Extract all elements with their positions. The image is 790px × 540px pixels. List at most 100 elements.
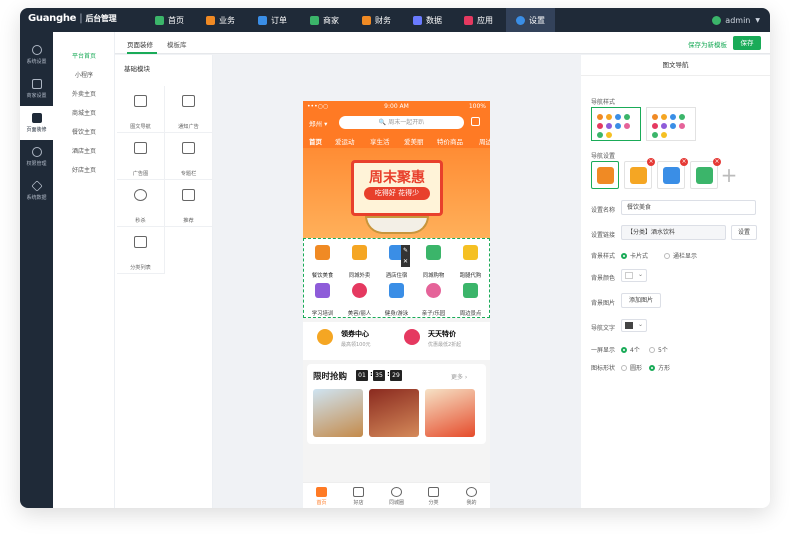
nav-icon-item[interactable]: 跑腿代购 (452, 241, 489, 279)
tab-template-library[interactable]: 模板库 (167, 39, 187, 49)
tabbar-mine[interactable]: 我的 (453, 483, 490, 508)
flash-sale-section: 限时抢购 01 : 35 : 29 更多 › (307, 364, 486, 444)
basket-icon (696, 167, 713, 184)
tabbar-home[interactable]: 首页 (303, 483, 340, 508)
bg-image-label: 背景图片 (591, 300, 616, 307)
sidebar-item-merchant-settings[interactable]: 商家设置 (20, 72, 53, 106)
nav-icon-item[interactable]: 美容/丽人 (341, 279, 378, 317)
link-input[interactable]: 【分类】酒水饮料 (621, 225, 726, 240)
grid-icon (206, 15, 215, 25)
nav-item-thumb[interactable]: × (690, 158, 721, 189)
nav-merchants[interactable]: 商家 (310, 8, 339, 32)
per-screen-label: 一屏显示 (591, 347, 616, 354)
nav-home[interactable]: 首页 (155, 8, 184, 32)
per-screen-5-radio[interactable]: 5个 (649, 345, 668, 354)
nav-icon-item[interactable]: 同城外卖 (341, 241, 378, 279)
sidebar-item-permissions[interactable]: 权限管理 (20, 140, 53, 174)
link-label: 设置链接 (591, 232, 616, 239)
module-ad-image[interactable]: 广告图 (117, 133, 165, 180)
scooter-icon (352, 245, 367, 260)
module-recommend[interactable]: 推荐 (165, 180, 213, 227)
bg-color-picker[interactable]: ⌄ (621, 269, 647, 282)
category-tab[interactable]: 特价商品 (437, 136, 463, 146)
sidebar-item-system-settings[interactable]: 系统设置 (20, 38, 53, 72)
beauty-icon (352, 283, 367, 298)
module-image-nav[interactable]: 图文导航 (117, 86, 165, 133)
tabbar-shops[interactable]: 好店 (340, 483, 377, 508)
category-tab[interactable]: 爱运动 (335, 136, 355, 146)
shape-round-radio[interactable]: 圆形 (621, 363, 642, 372)
close-icon[interactable]: ✕ (401, 256, 410, 267)
nav-business[interactable]: 业务 (206, 8, 235, 32)
nav-icon-item[interactable]: 亲子/乐园 (415, 279, 452, 317)
nav-icon-item[interactable]: 学习培训 (304, 279, 341, 317)
nav-data[interactable]: 数据 (413, 8, 442, 32)
nav-finance[interactable]: 财务 (362, 8, 391, 32)
nav-style-option[interactable] (646, 107, 696, 141)
nav-icon-item[interactable]: 餐饮美食 (304, 241, 341, 279)
nav-icon-item[interactable]: 周边景点 (452, 279, 489, 317)
more-link[interactable]: 更多 › (451, 372, 467, 381)
name-input[interactable]: 餐饮美食 (621, 200, 756, 215)
selected-image-nav-module[interactable]: 餐饮美食 同城外卖 酒店住宿 同城购物 跑腿代购 学习培训 美容/丽人 健身/游… (303, 238, 490, 318)
bg-style-card-radio[interactable]: 卡片式 (621, 251, 648, 260)
subnav-item[interactable]: 小程序 (53, 70, 115, 79)
product-image[interactable] (425, 389, 475, 437)
thumbs-up-icon (182, 189, 195, 201)
subnav-item[interactable]: 餐饮主页 (53, 127, 115, 136)
subnav-item[interactable]: 商城主页 (53, 108, 115, 117)
nav-apps[interactable]: 应用 (464, 8, 493, 32)
nav-item-thumb[interactable]: × (657, 158, 688, 189)
remove-icon[interactable]: × (647, 158, 655, 166)
subnav-item[interactable]: 外卖主页 (53, 89, 115, 98)
settings-icon (31, 45, 42, 55)
nav-orders[interactable]: 订单 (258, 8, 287, 32)
category-tab[interactable]: 周边 (479, 136, 490, 146)
nav-style-option[interactable] (591, 107, 641, 141)
user-menu[interactable]: admin ▼ (712, 8, 760, 32)
promo-banner[interactable]: 周末聚惠 吃得好 花得少 • • • (303, 148, 490, 288)
nav-item-thumb[interactable]: × (624, 158, 655, 189)
category-tab[interactable]: 爱美丽 (404, 136, 424, 146)
city-selector[interactable]: 郑州 ▾ (309, 118, 327, 128)
module-topic-bar[interactable]: 专题栏 (165, 133, 213, 180)
edit-icon[interactable]: ✎ (401, 245, 410, 256)
tabbar-city[interactable]: 同城圈 (378, 483, 415, 508)
tab-page-decoration[interactable]: 页面装修 (127, 39, 153, 49)
shop-icon (310, 15, 319, 25)
sidebar-item-system-data[interactable]: 系统数据 (20, 174, 53, 208)
module-flash-sale[interactable]: 秒杀 (117, 180, 165, 227)
category-tab[interactable]: 享生活 (370, 136, 390, 146)
subnav-item[interactable]: 平台首页 (53, 51, 115, 60)
product-image[interactable] (313, 389, 363, 437)
per-screen-4-radio[interactable]: 4个 (621, 345, 640, 354)
module-category-list[interactable]: 分类列表 (117, 227, 165, 274)
set-link-button[interactable]: 设置 (731, 225, 757, 240)
category-tab[interactable]: 首页 (309, 136, 322, 146)
nav-icon-item[interactable]: 健身/游泳 (378, 279, 415, 317)
bg-style-full-radio[interactable]: 通栏显示 (664, 251, 697, 260)
add-image-button[interactable]: 添加图片 (621, 293, 661, 308)
shape-square-radio[interactable]: 方形 (649, 363, 670, 372)
save-button[interactable]: 保存 (733, 36, 761, 50)
product-image[interactable] (369, 389, 419, 437)
subnav-item[interactable]: 好店主页 (53, 165, 115, 174)
color-swatch (625, 272, 633, 279)
sidebar-item-page-decoration[interactable]: 页面装修 (20, 106, 53, 140)
cube-icon (464, 15, 473, 25)
nav-item-thumb[interactable] (591, 161, 619, 189)
add-nav-item-button[interactable]: + (717, 163, 741, 187)
save-as-template-link[interactable]: 保存为新模板 (688, 39, 727, 49)
color-swatch (625, 322, 633, 329)
remove-icon[interactable]: × (680, 158, 688, 166)
search-input[interactable]: 🔍 周末一起开趴 (339, 116, 464, 129)
module-notice-ad[interactable]: 通知广告 (165, 86, 213, 133)
properties-panel: 图文导航 导航样式 导航设置 × × × + 设置名称 餐饮美食 设置链接 【分… (581, 55, 770, 508)
nav-settings[interactable]: 设置 (506, 8, 555, 32)
subnav-item[interactable]: 酒店主页 (53, 146, 115, 155)
store-icon (31, 79, 42, 89)
nav-icon-item[interactable]: 同城购物 (415, 241, 452, 279)
message-icon[interactable] (471, 117, 480, 126)
nav-text-color-picker[interactable]: ⌄ (621, 319, 647, 332)
tabbar-category[interactable]: 分类 (415, 483, 452, 508)
